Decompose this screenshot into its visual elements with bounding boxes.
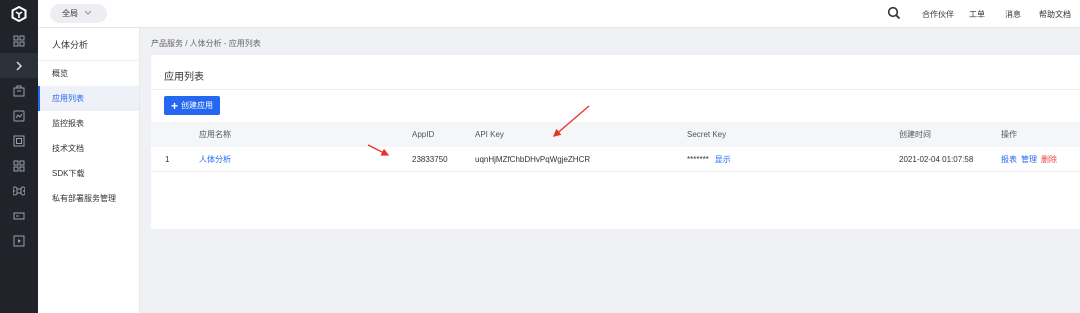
table-row: 1 人体分析 23833750 uqnHjMZfChbDHvPqWgjeZHCR… [151,147,1080,172]
table-header: 应用名称 AppID API Key Secret Key 创建时间 操作 [151,122,1080,147]
monitor-icon[interactable] [0,103,38,128]
logo-icon[interactable] [0,0,38,28]
sidebar-item-app-list[interactable]: 应用列表 [38,86,139,111]
chevron-down-icon [84,9,92,18]
report-link[interactable]: 报表 [1001,154,1017,165]
row-actions: 报表 管理 删除 [1001,147,1061,172]
sidebar-item-private-deploy[interactable]: 私有部署服务管理 [38,186,139,211]
dashboard-icon[interactable] [0,28,38,53]
help-docs-link[interactable]: 帮助文档 [1039,9,1071,20]
sidebar-item-monitor-report[interactable]: 监控报表 [38,111,139,136]
scope-label: 全局 [62,9,78,18]
media-icon[interactable] [0,228,38,253]
header-created-time: 创建时间 [899,130,931,139]
delete-link[interactable]: 删除 [1041,154,1057,165]
product-sidebar: 人体分析 概览 应用列表 监控报表 技术文档 SDK下载 私有部署服务管理 [38,28,140,313]
product-icon[interactable] [0,78,38,103]
certificate-icon[interactable] [0,203,38,228]
header-api-key: API Key [475,130,504,139]
header-actions: 操作 [1001,130,1017,139]
left-rail [0,0,38,313]
header-app-name: 应用名称 [199,130,231,139]
sidebar-item-sdk-download[interactable]: SDK下载 [38,161,139,186]
command-icon[interactable] [0,178,38,203]
divider [151,89,1080,90]
secret-key-cell: ******* 显示 [687,147,731,172]
secret-key-mask: ******* [687,155,709,164]
show-secret-link[interactable]: 显示 [715,154,731,165]
appid-value: 23833750 [412,155,448,164]
create-app-button[interactable]: + 创建应用 [164,96,220,115]
scope-selector[interactable]: 全局 [50,4,107,23]
resource-icon[interactable] [0,128,38,153]
breadcrumb: 产品服务 / 人体分析 - 应用列表 [151,39,261,48]
plus-icon: + [170,98,178,113]
message-link[interactable]: 消息 [1005,9,1021,20]
row-index: 1 [165,155,170,164]
created-time-value: 2021-02-04 01:07:58 [899,155,974,164]
sidebar-title: 人体分析 [38,28,139,61]
api-key-value: uqnHjMZfChbDHvPqWgjeZHCR [475,155,591,164]
manage-link[interactable]: 管理 [1021,154,1037,165]
ticket-link[interactable]: 工单 [969,9,985,20]
search-icon[interactable] [887,6,901,22]
sidebar-item-tech-docs[interactable]: 技术文档 [38,136,139,161]
header-appid: AppID [412,130,435,139]
grid-icon[interactable] [0,153,38,178]
page-title: 应用列表 [164,72,204,83]
app-name-link[interactable]: 人体分析 [199,147,231,172]
partner-link[interactable]: 合作伙伴 [922,9,954,20]
expand-icon[interactable] [0,53,38,78]
create-app-label: 创建应用 [181,101,213,110]
header-secret-key: Secret Key [687,130,727,139]
sidebar-item-overview[interactable]: 概览 [38,61,139,86]
app-list-panel: 应用列表 + 创建应用 应用名称 AppID API Key Secret Ke… [151,55,1080,229]
top-bar: 全局 合作伙伴 工单 消息 帮助文档 [38,0,1080,28]
